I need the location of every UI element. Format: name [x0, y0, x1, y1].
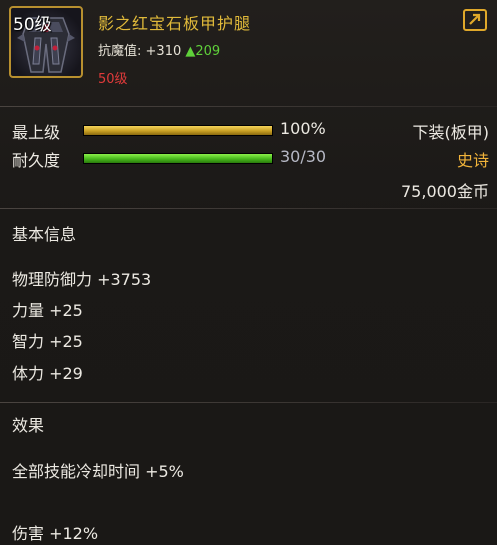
attribute-line: 物理防御力 +3753 [12, 270, 152, 289]
stat-up-arrow-icon: ▲ [185, 44, 196, 59]
attribute-line: 体力 +29 [12, 364, 83, 383]
basic-info-divider [0, 402, 497, 403]
item-rarity: 史诗 [456, 151, 489, 170]
required-level: 50级 [98, 72, 128, 87]
item-tooltip-panel: 50级 影之红宝石板甲护腿 抗魔值: +310 ▲209 50级 最上级 100… [0, 0, 497, 545]
share-button[interactable] [463, 9, 487, 31]
durability-bar [83, 153, 273, 164]
header-divider [0, 106, 497, 107]
attribute-line: 力量 +25 [12, 301, 83, 320]
durability-bar-fill [84, 154, 272, 163]
attribute-line: 智力 +25 [12, 332, 83, 351]
item-price: 75,000金币 [401, 182, 489, 201]
share-out-icon [469, 13, 481, 25]
effect-line: 全部技能冷却时间 +5% [12, 462, 184, 481]
stat-up-value: 209 [195, 44, 221, 59]
durability-value: 30/30 [280, 147, 327, 166]
magic-resist-stat: 抗魔值: +310 ▲209 [98, 40, 220, 59]
effects-title: 效果 [12, 416, 45, 435]
effect-line: 伤害 +12% [12, 524, 99, 543]
item-slot: 下装(板甲) [412, 123, 490, 142]
item-level-badge: 50级 [13, 15, 52, 35]
item-icon-frame[interactable]: 50级 [9, 6, 83, 78]
meta-divider [0, 208, 497, 209]
item-name: 影之红宝石板甲护腿 [98, 14, 252, 33]
basic-info-title: 基本信息 [12, 225, 77, 244]
level-bar-fill [84, 126, 272, 135]
level-bar [83, 125, 273, 136]
durability-label: 耐久度 [12, 151, 61, 170]
level-label: 最上级 [12, 123, 61, 142]
stat-label: 抗魔值: [98, 44, 142, 59]
stat-value: +310 [145, 44, 182, 59]
level-value: 100% [280, 119, 326, 138]
